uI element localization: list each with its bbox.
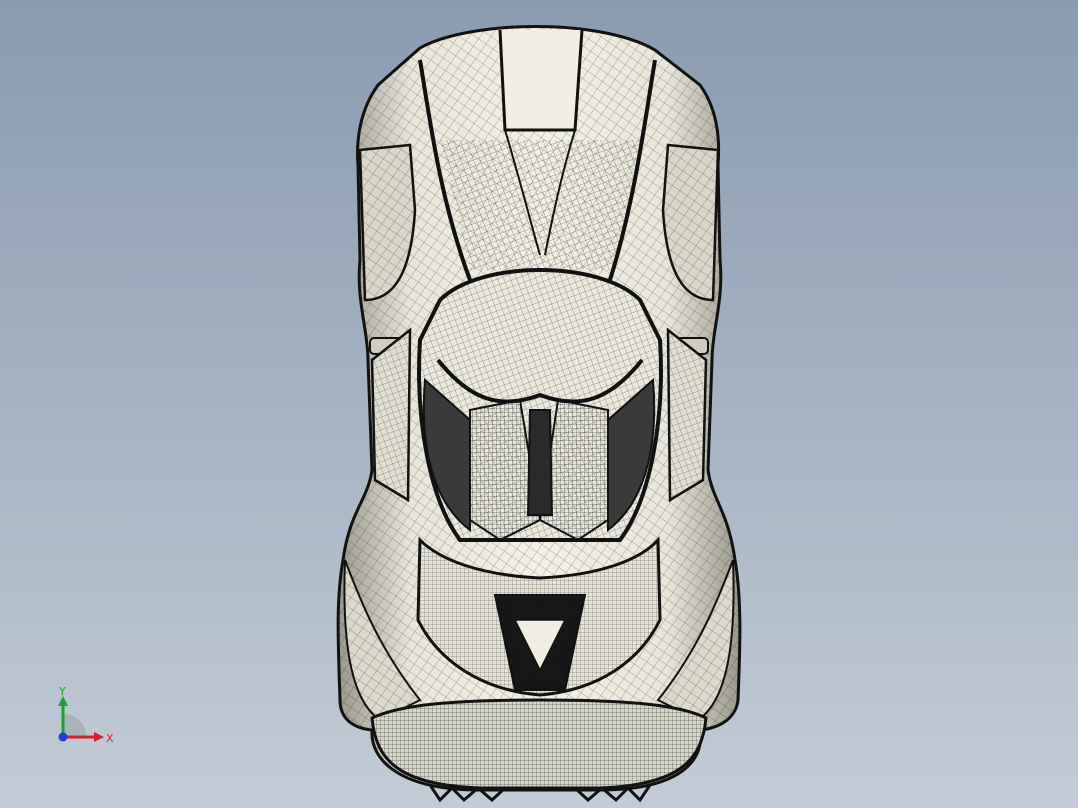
x-axis-label: X [106,732,114,745]
center-spine [526,409,554,516]
graphics-viewport[interactable]: Y X [0,0,1078,808]
z-axis-dot [58,732,68,742]
coordinate-triad-icon: Y X [58,685,114,745]
x-axis-arrow [94,732,104,742]
triad-arc [63,713,87,737]
y-axis-label: Y [58,685,66,698]
car-wireframe-model[interactable] [0,0,1078,808]
